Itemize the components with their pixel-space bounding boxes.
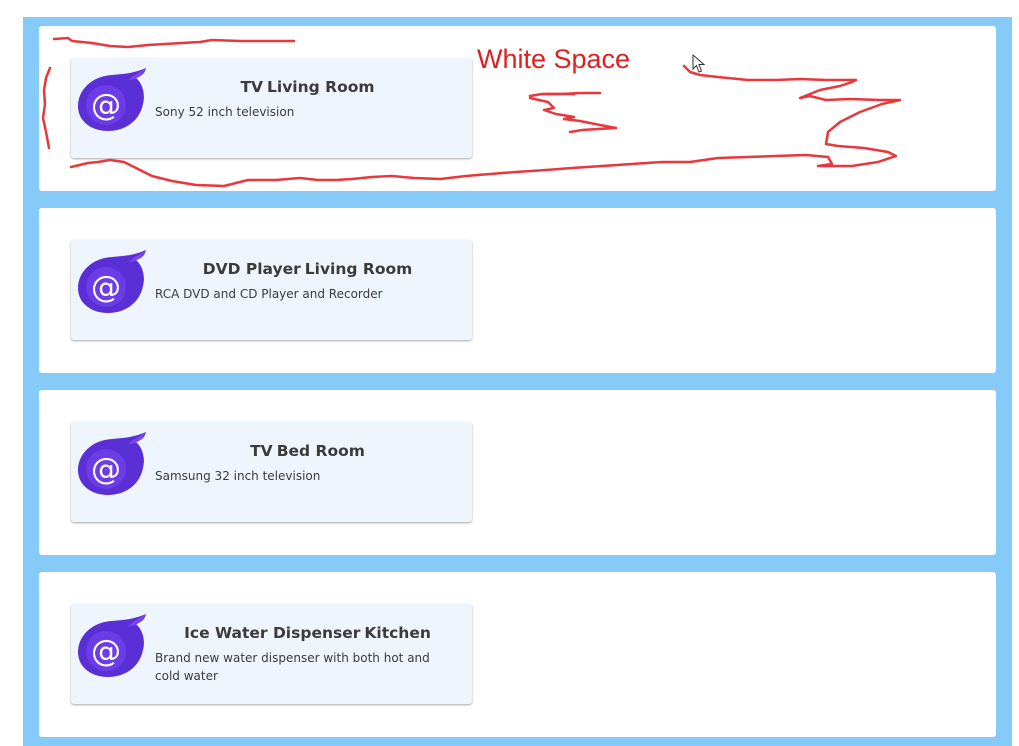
device-location: Bed Room <box>276 442 365 460</box>
device-description: Samsung 32 inch television <box>155 469 321 483</box>
device-location: Living Room <box>304 260 413 278</box>
white-space-annotation-label: White Space <box>477 44 631 74</box>
device-title: TV Bed Room <box>155 442 460 460</box>
device-name: TV <box>250 442 273 460</box>
device-description: Brand new water dispenser with both hot … <box>155 651 430 683</box>
device-description: Sony 52 inch television <box>155 105 295 119</box>
blazor-logo-icon <box>76 612 148 678</box>
device-title: DVD Player Living Room <box>155 260 460 278</box>
device-name: TV <box>240 78 264 96</box>
mouse-cursor-icon <box>692 54 706 73</box>
blazor-logo-icon <box>76 430 148 496</box>
device-card[interactable]: TV Living Room Sony 52 inch television <box>71 58 472 158</box>
device-name: DVD Player <box>202 260 301 278</box>
list-item-panel: DVD Player Living Room RCA DVD and CD Pla… <box>39 208 996 373</box>
list-item-panel: Ice Water Dispenser Kitchen Brand new wat… <box>39 572 996 737</box>
list-item-panel: TV Bed Room Samsung 32 inch television <box>39 390 996 555</box>
page-background: TV Living Room Sony 52 inch television DV… <box>23 17 1012 746</box>
device-description: RCA DVD and CD Player and Recorder <box>155 287 383 301</box>
blazor-logo-icon <box>76 66 148 132</box>
device-location: Living Room <box>267 78 375 96</box>
device-card[interactable]: Ice Water Dispenser Kitchen Brand new wat… <box>71 604 472 704</box>
device-title: Ice Water Dispenser Kitchen <box>155 624 460 642</box>
device-name: Ice Water Dispenser <box>184 624 361 642</box>
device-title: TV Living Room <box>155 78 460 96</box>
device-card[interactable]: TV Bed Room Samsung 32 inch television <box>71 422 472 522</box>
device-location: Kitchen <box>364 624 431 642</box>
blazor-logo-icon <box>76 248 148 314</box>
device-card[interactable]: DVD Player Living Room RCA DVD and CD Pla… <box>71 240 472 340</box>
